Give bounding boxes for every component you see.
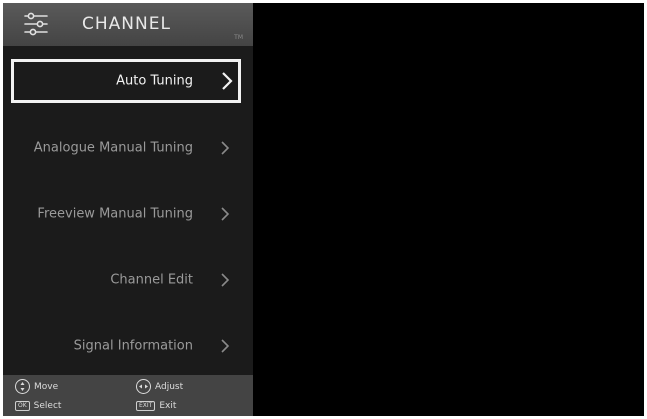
chevron-right-icon [221,207,230,221]
menu-item-label: Auto Tuning [116,73,193,89]
menu-item-analogue-manual-tuning[interactable]: Analogue Manual Tuning [11,126,241,170]
tv-screen: CHANNEL TM Auto Tuning Analogue Manual T… [3,3,644,416]
hint-label: Move [34,381,59,392]
menu-item-label: Channel Edit [110,272,193,288]
menu-item-signal-information[interactable]: Signal Information [11,324,241,368]
hint-label: Adjust [155,381,184,392]
menu-item-label: Freeview Manual Tuning [37,206,193,222]
menu-header: CHANNEL TM [3,3,253,46]
page-title: CHANNEL [82,14,171,34]
menu-item-freeview-manual-tuning[interactable]: Freeview Manual Tuning [11,192,241,236]
menu-item-channel-edit[interactable]: Channel Edit [11,258,241,302]
menu-item-auto-tuning[interactable]: Auto Tuning [11,59,241,103]
menu-item-label: Analogue Manual Tuning [33,140,193,156]
hint-move: Move [15,379,58,394]
chevron-right-icon [221,273,230,287]
hint-label: Select [33,401,62,411]
chevron-right-icon [221,339,230,353]
exit-key-icon: EXIT [136,401,156,411]
menu-item-label: Signal Information [73,338,193,354]
header-tag: TM [234,34,243,41]
key-hints-footer: Move Adjust OK Select EXIT Exit [3,375,253,416]
chevron-right-icon [221,141,230,155]
channel-menu-panel: CHANNEL TM Auto Tuning Analogue Manual T… [3,3,253,416]
settings-sliders-icon [24,12,48,36]
hint-adjust: Adjust [136,379,183,394]
left-right-arrows-icon [136,379,151,394]
up-down-arrows-icon [15,379,30,394]
hint-exit: EXIT Exit [136,401,176,411]
ok-key-icon: OK [15,401,30,411]
hint-label: Exit [159,401,177,411]
hint-select: OK Select [15,401,61,411]
chevron-right-icon [222,72,233,90]
